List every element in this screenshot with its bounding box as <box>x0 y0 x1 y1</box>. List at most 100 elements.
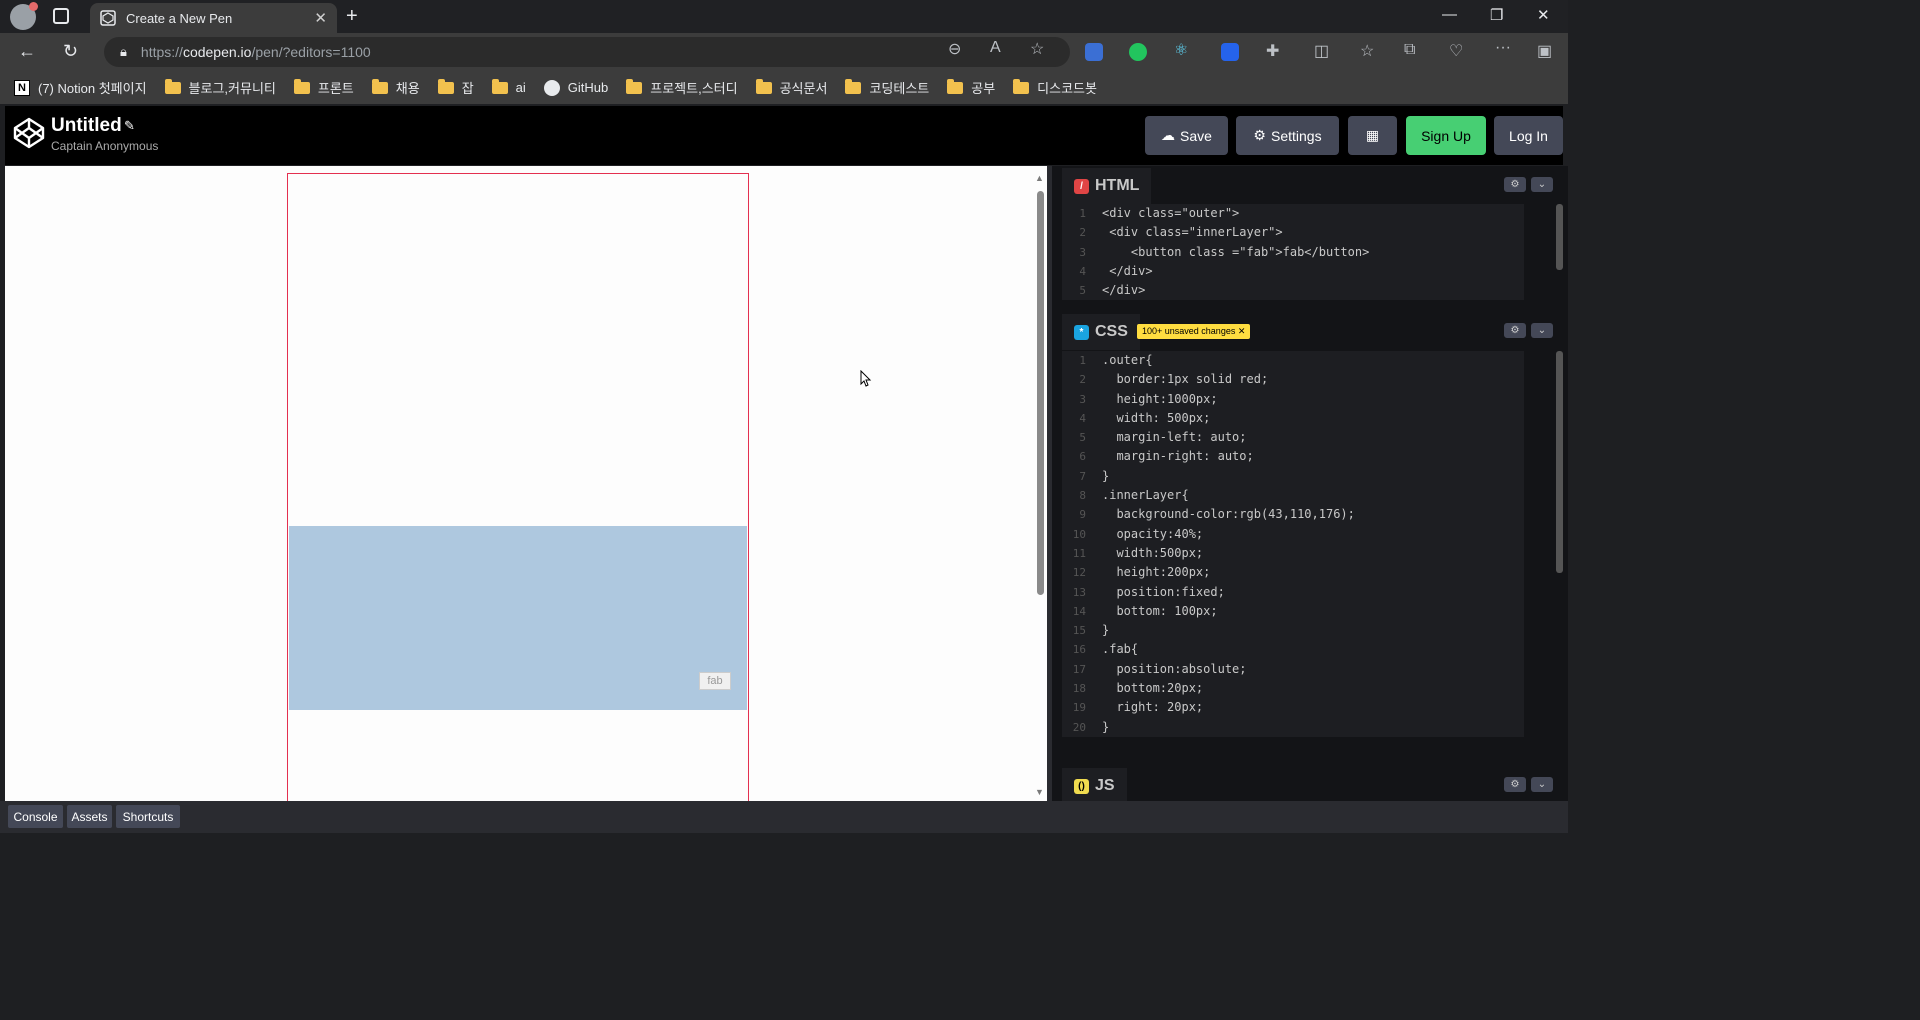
bookmark-item[interactable]: 공부 <box>947 78 995 97</box>
scroll-up-icon[interactable]: ▲ <box>1035 173 1044 183</box>
profile-avatar[interactable] <box>10 2 38 30</box>
close-window-icon[interactable]: ✕ <box>1537 6 1550 24</box>
pen-author: Captain Anonymous <box>51 139 159 153</box>
sidebar-toggle-icon[interactable]: ▣ <box>1537 41 1552 61</box>
save-button[interactable]: ☁ Save <box>1145 116 1228 155</box>
bookmark-item[interactable]: ai <box>491 78 526 95</box>
codepen-footer: Console Assets Shortcuts <box>0 801 1568 833</box>
html-lang-icon: / <box>1074 178 1089 194</box>
code-line: 18 bottom:20px; <box>1072 681 1204 696</box>
browser-tab-active[interactable]: Create a New Pen ✕ <box>90 3 337 33</box>
address-bar[interactable]: 🔒︎ https://codepen.io/pen/?editors=1100 <box>104 37 1070 67</box>
extensions-puzzle-icon[interactable]: ✚ <box>1266 41 1279 61</box>
folder-icon <box>1013 78 1030 94</box>
js-collapse-chevron-icon[interactable]: ⌄ <box>1531 777 1553 792</box>
pen-title[interactable]: Untitled <box>51 115 122 137</box>
collections-icon[interactable]: ⧉ <box>1404 41 1415 59</box>
html-pane-header: / HTML <box>1062 168 1152 204</box>
layout-icon: ▦ <box>1365 127 1380 143</box>
code-line: 3 <button class ="fab">fab</button> <box>1079 244 1370 259</box>
lock-icon: 🔒︎ <box>120 44 127 59</box>
log-in-button[interactable]: Log In <box>1494 116 1563 155</box>
folder-icon <box>755 78 772 94</box>
code-line: 13 position:fixed; <box>1072 584 1225 599</box>
change-view-button[interactable]: ▦ <box>1348 116 1397 155</box>
css-collapse-chevron-icon[interactable]: ⌄ <box>1531 323 1553 338</box>
code-line: 4 width: 500px; <box>1079 410 1211 425</box>
editor-panes: / HTML ⚙ ⌄ 1 <div class="outer"> 2 <div c… <box>1052 166 1568 804</box>
code-line: 2 border:1px solid red; <box>1079 372 1269 387</box>
health-icon[interactable]: ♡ <box>1449 41 1463 61</box>
bookmark-item[interactable]: 채용 <box>371 78 420 97</box>
codepen-header: Untitled ✎ Captain Anonymous ☁ Save ⚙ Sett… <box>5 106 1563 165</box>
restore-icon[interactable]: ❐ <box>1490 6 1503 24</box>
scrollbar-thumb[interactable] <box>1037 191 1044 595</box>
browser-tab-bar: Create a New Pen ✕ + — ❐ ✕ <box>0 0 1568 33</box>
preview-pane[interactable]: fab ▲ ▼ <box>5 166 1047 801</box>
code-line: 1 <div class="outer"> <box>1079 206 1240 220</box>
html-scrollbar[interactable] <box>1556 204 1563 270</box>
css-code-editor[interactable]: 1 .outer{ 2 border:1px solid red; 3 heigh… <box>1062 351 1524 737</box>
code-line: 1 .outer{ <box>1079 353 1153 367</box>
bookmark-item[interactable]: 공식문서 <box>755 78 827 97</box>
refresh-icon[interactable]: ↻ <box>63 41 78 62</box>
code-line: 17 position:absolute; <box>1072 661 1247 676</box>
react-devtools-icon[interactable]: ⚛ <box>1174 40 1192 59</box>
favorite-star-icon[interactable]: ☆ <box>1030 39 1044 59</box>
edit-title-pencil-icon[interactable]: ✎ <box>124 118 135 134</box>
bookmark-item[interactable]: 프로젝트,스터디 <box>626 78 738 97</box>
html-settings-gear-icon[interactable]: ⚙ <box>1504 177 1526 192</box>
zoom-icon[interactable]: ⊖ <box>948 39 961 59</box>
console-button[interactable]: Console <box>8 805 63 828</box>
back-arrow-icon[interactable]: ← <box>18 41 36 62</box>
extension-green-dot-icon[interactable] <box>1129 43 1147 61</box>
bookmark-item[interactable]: 블로그,커뮤니티 <box>164 78 276 97</box>
bookmark-item[interactable]: 코딩테스트 <box>845 78 929 97</box>
sign-up-button[interactable]: Sign Up <box>1406 116 1486 155</box>
inner-layer: fab <box>289 526 747 710</box>
bookmark-item[interactable]: GitHub <box>543 79 608 96</box>
code-line: 10 opacity:40%; <box>1072 526 1204 541</box>
code-line: 8 .innerLayer{ <box>1079 488 1189 503</box>
code-line: 12 height:200px; <box>1072 565 1211 580</box>
folder-icon <box>164 78 181 94</box>
close-tab-icon[interactable]: ✕ <box>314 9 327 27</box>
css-lang-icon: * <box>1074 324 1089 340</box>
code-line: 19 right: 20px; <box>1072 700 1204 715</box>
code-line: 2 <div class="innerLayer"> <box>1079 225 1283 240</box>
css-scrollbar[interactable] <box>1556 351 1563 573</box>
new-tab-icon[interactable]: + <box>346 5 358 28</box>
split-screen-icon[interactable]: ◫ <box>1314 41 1329 61</box>
settings-button[interactable]: ⚙ Settings <box>1236 116 1339 155</box>
folder-icon <box>293 78 310 94</box>
extension-pin-icon[interactable] <box>1221 43 1239 61</box>
html-code-editor[interactable]: 1 <div class="outer"> 2 <div class="inner… <box>1062 204 1524 301</box>
code-line: 14 bottom: 100px; <box>1072 603 1218 618</box>
bookmark-item[interactable]: 프론트 <box>293 78 354 97</box>
bookmark-item[interactable]: N (7) Notion 첫페이지 <box>14 78 147 97</box>
shortcuts-button[interactable]: Shortcuts <box>116 805 180 828</box>
folder-icon <box>845 78 862 94</box>
more-menu-icon[interactable]: ··· <box>1495 39 1511 57</box>
code-line: 11 width:500px; <box>1072 545 1204 560</box>
js-settings-gear-icon[interactable]: ⚙ <box>1504 777 1526 792</box>
html-collapse-chevron-icon[interactable]: ⌄ <box>1531 177 1553 192</box>
assets-button[interactable]: Assets <box>67 805 112 828</box>
code-line: 20} <box>1072 719 1110 734</box>
preview-scrollbar[interactable]: ▲ ▼ <box>1034 173 1046 797</box>
notification-dot <box>29 2 38 11</box>
css-settings-gear-icon[interactable]: ⚙ <box>1504 323 1526 338</box>
bookmark-item[interactable]: 디스코드봇 <box>1013 78 1097 97</box>
scroll-down-icon[interactable]: ▼ <box>1035 787 1044 797</box>
codepen-favicon-icon <box>100 10 116 26</box>
favorites-icon[interactable]: ☆ <box>1360 41 1374 61</box>
extension-shield-icon[interactable] <box>1085 43 1103 61</box>
tab-actions-icon[interactable] <box>53 8 69 24</box>
code-line: 9 background-color:rgb(43,110,176); <box>1079 507 1355 522</box>
minimize-icon[interactable]: — <box>1442 6 1457 23</box>
read-aloud-icon[interactable]: A <box>990 39 1001 57</box>
fab-button[interactable]: fab <box>699 672 731 690</box>
unsaved-changes-badge[interactable]: 100+ unsaved changes ✕ <box>1137 324 1251 339</box>
bookmark-item[interactable]: 잡 <box>437 78 474 97</box>
codepen-logo-icon[interactable] <box>12 116 46 150</box>
